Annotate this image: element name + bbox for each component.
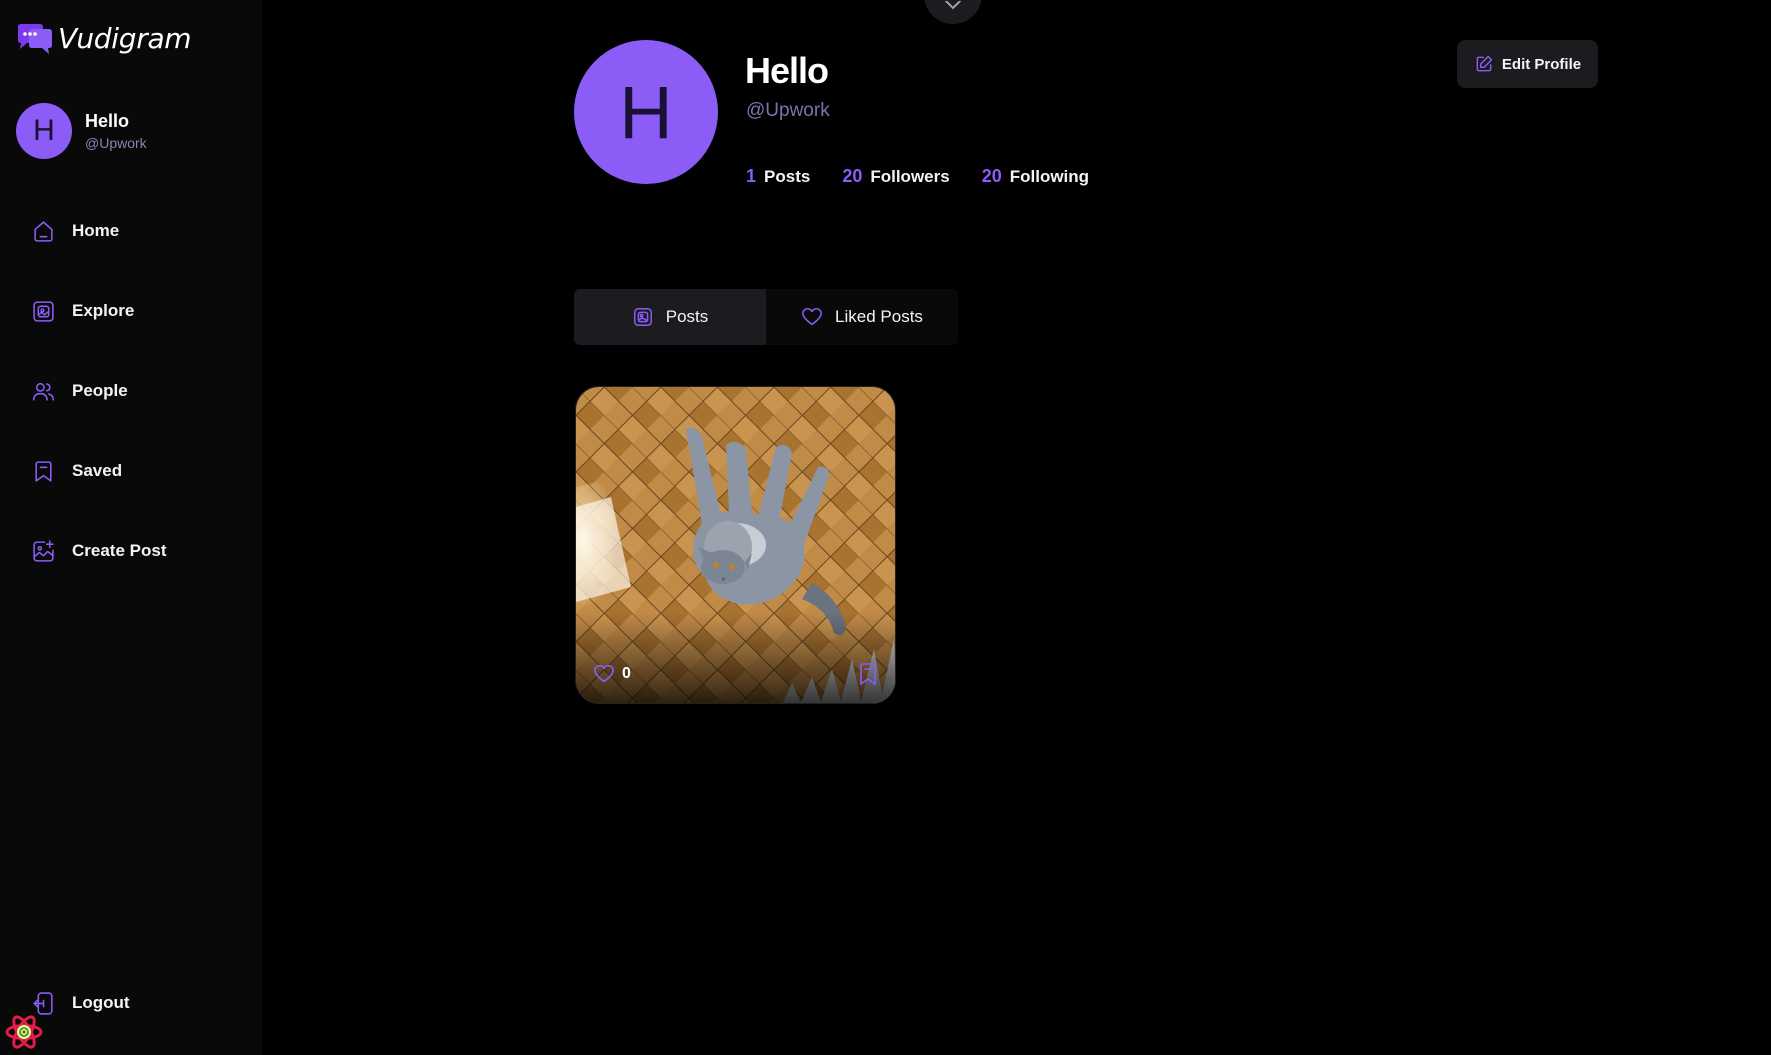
- edit-profile-button[interactable]: Edit Profile: [1457, 40, 1598, 88]
- devtools-badge-icon[interactable]: [4, 1013, 44, 1051]
- app-name: Vudigram: [58, 22, 192, 55]
- logout-icon: [33, 991, 53, 1015]
- profile-avatar: H: [574, 40, 718, 184]
- like-button[interactable]: 0: [593, 663, 631, 685]
- stat-posts: 1 Posts: [746, 166, 810, 187]
- profile-tabs: Posts Liked Posts: [574, 289, 958, 345]
- sidebar-user-handle: @Upwork: [85, 135, 147, 151]
- home-icon: [34, 220, 53, 242]
- stat-following: 20 Following: [982, 166, 1089, 187]
- profile-stats: 1 Posts 20 Followers 20 Following: [746, 166, 1121, 187]
- heart-icon: [594, 664, 614, 683]
- close-button[interactable]: [924, 0, 982, 24]
- explore-icon: [33, 300, 54, 322]
- avatar: H: [16, 103, 72, 159]
- post-card[interactable]: 0: [575, 386, 896, 704]
- tab-label: Liked Posts: [835, 307, 923, 326]
- stat-value: 1: [746, 166, 757, 186]
- stat-label: Following: [1009, 166, 1090, 186]
- sidebar-item-label: Explore: [72, 301, 135, 320]
- sidebar-item-label: Saved: [72, 461, 123, 480]
- chat-logo-icon: [18, 23, 52, 54]
- close-icon: [945, 1, 961, 10]
- logout-label: Logout: [72, 993, 130, 1012]
- sidebar-item-explore[interactable]: Explore: [31, 296, 134, 326]
- sidebar: Vudigram H Hello @Upwork Home Explore Pe…: [0, 0, 262, 1055]
- bookmark-icon[interactable]: [858, 663, 878, 685]
- sidebar-item-people[interactable]: People: [31, 376, 128, 406]
- sidebar-item-label: Home: [72, 221, 120, 240]
- sidebar-item-create-post[interactable]: Create Post: [31, 536, 166, 566]
- like-count: 0: [622, 665, 631, 682]
- posts-icon: [633, 308, 652, 326]
- sidebar-item-home[interactable]: Home: [31, 216, 119, 246]
- stat-value: 20: [842, 166, 863, 186]
- profile-name: Hello: [745, 50, 829, 91]
- post-overlay: [576, 613, 895, 703]
- stat-value: 20: [981, 166, 1002, 186]
- stat-followers: 20 Followers: [842, 166, 949, 187]
- bookmark-icon: [35, 460, 52, 482]
- heart-icon: [802, 307, 822, 326]
- people-icon: [32, 382, 55, 401]
- logout-button[interactable]: Logout: [31, 988, 130, 1018]
- tab-posts[interactable]: Posts: [574, 289, 766, 345]
- edit-icon: [1476, 55, 1493, 72]
- profile-handle: @Upwork: [746, 100, 830, 121]
- stat-label: Followers: [870, 166, 950, 186]
- sidebar-item-label: People: [72, 381, 128, 400]
- edit-profile-label: Edit Profile: [1501, 55, 1582, 73]
- sidebar-profile[interactable]: H Hello @Upwork: [16, 103, 147, 159]
- stat-label: Posts: [764, 166, 811, 186]
- tab-liked-posts[interactable]: Liked Posts: [766, 289, 958, 345]
- app-logo[interactable]: Vudigram: [16, 22, 192, 55]
- sidebar-user-name: Hello: [85, 111, 130, 131]
- tab-label: Posts: [665, 307, 709, 326]
- sidebar-item-label: Create Post: [72, 541, 167, 560]
- create-post-icon: [33, 539, 54, 562]
- sidebar-item-saved[interactable]: Saved: [31, 456, 122, 486]
